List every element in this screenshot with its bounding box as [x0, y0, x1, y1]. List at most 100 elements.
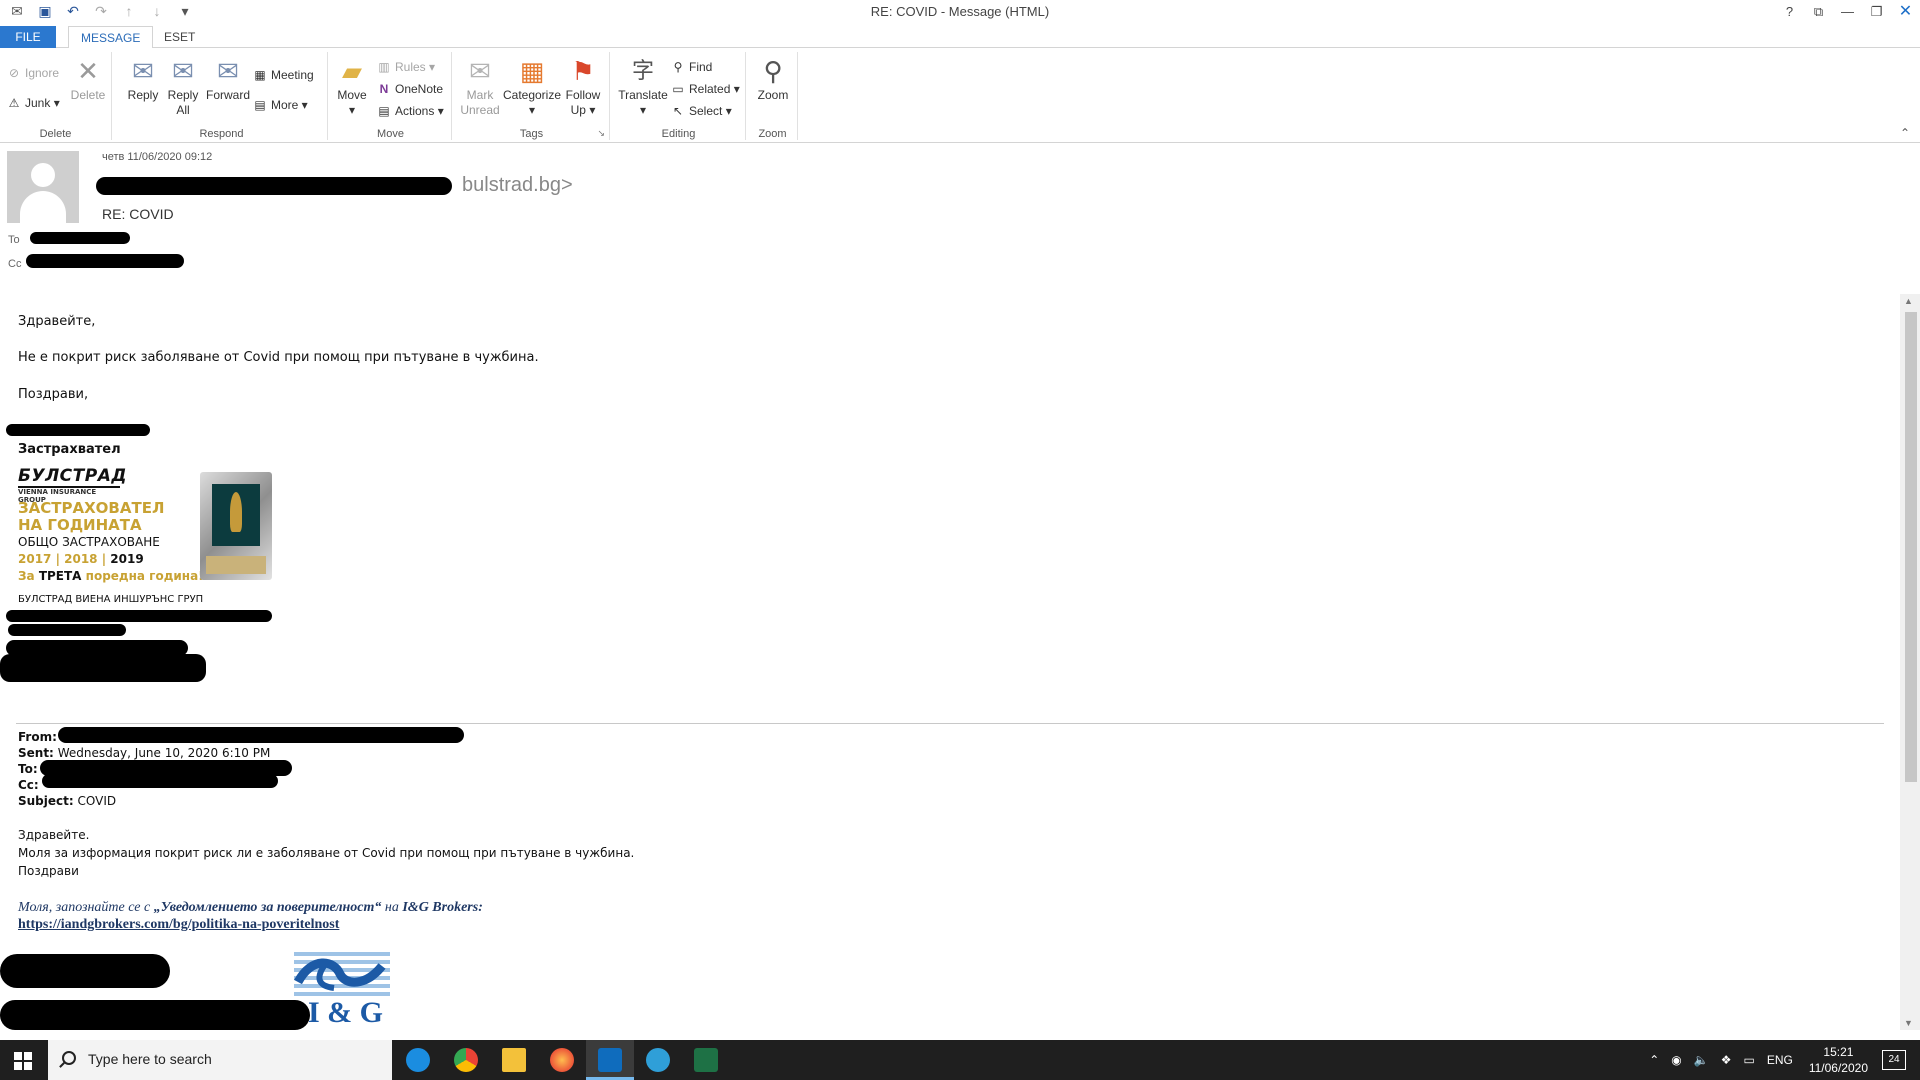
- minimize-button[interactable]: —: [1833, 0, 1862, 24]
- privacy-notice: Моля, запознайте се с „Уведомлението за …: [18, 900, 483, 915]
- redaction: [0, 1000, 310, 1030]
- close-button[interactable]: ✕: [1891, 0, 1920, 24]
- respond-group: ✉ Reply ✉ Reply All ✉ Forward ▦ Meeting ▤…: [116, 52, 328, 140]
- tab-file[interactable]: FILE: [0, 26, 56, 48]
- move-button[interactable]: ▰ Move ▾: [334, 56, 370, 118]
- privacy-link[interactable]: https://iandgbrokers.com/bg/politika-na-…: [18, 917, 339, 933]
- zoom-group: ⚲ Zoom Zoom: [748, 52, 798, 140]
- scroll-thumb[interactable]: [1905, 312, 1917, 782]
- award-third: За ТРЕТА поредна година!: [18, 569, 204, 583]
- chrome-app[interactable]: [442, 1040, 490, 1080]
- junk-button[interactable]: ⚠ Junk ▾: [6, 94, 60, 112]
- mark-unread-button[interactable]: ✉ Mark Unread: [460, 56, 500, 118]
- redaction: [0, 954, 170, 988]
- file-explorer-app[interactable]: [490, 1040, 538, 1080]
- collapse-ribbon-icon[interactable]: ⌃: [1900, 126, 1910, 140]
- chevron-up-icon[interactable]: ⌃: [1649, 1053, 1659, 1067]
- ribbon-tabs: FILE MESSAGE ESET: [0, 26, 1920, 49]
- start-button[interactable]: [0, 1040, 48, 1080]
- redaction: [6, 424, 150, 436]
- scroll-down-icon[interactable]: ▼: [1904, 1018, 1913, 1028]
- bulstrad-logo-name: БУЛСТРАД: [18, 466, 128, 486]
- clock[interactable]: 15:21 11/06/2020: [1809, 1044, 1868, 1076]
- tab-eset[interactable]: ESET: [152, 26, 207, 48]
- vertical-scrollbar[interactable]: ▲ ▼: [1900, 294, 1920, 1030]
- message-subject: RE: COVID: [102, 206, 174, 222]
- rules-button[interactable]: ▥ Rules ▾: [376, 58, 435, 76]
- actions-button[interactable]: ▤ Actions ▾: [376, 102, 443, 120]
- quoted-question: Моля за изформация покрит риск ли е забо…: [18, 846, 635, 860]
- editing-group-label: Editing: [661, 128, 696, 140]
- windows-logo-part: [24, 1052, 32, 1060]
- award-line-1: ЗАСТРАХОВАТЕЛ: [18, 499, 165, 517]
- reply-button[interactable]: ✉ Reply: [122, 56, 164, 103]
- award-line-3: ОБЩО ЗАСТРАХОВАНЕ: [18, 535, 160, 549]
- quoted-sent: Sent: Wednesday, June 10, 2020 6:10 PM: [18, 746, 271, 760]
- redaction: [42, 774, 278, 788]
- ignore-button[interactable]: ⊘ Ignore: [6, 64, 59, 82]
- translate-button[interactable]: 字 Translate ▾: [616, 56, 670, 118]
- eset-tray-icon[interactable]: ◉: [1671, 1053, 1681, 1067]
- network-icon[interactable]: ▭: [1743, 1053, 1754, 1067]
- internet-explorer-app[interactable]: [634, 1040, 682, 1080]
- avatar-body: [20, 191, 66, 223]
- search-placeholder: Type here to search: [88, 1051, 212, 1067]
- window-controls: ? ⧉ — ❐ ✕: [1775, 0, 1920, 24]
- quoted-cc: Cc:: [18, 778, 39, 792]
- reply-text: Не е покрит риск заболяване от Covid при…: [18, 350, 539, 365]
- volume-icon[interactable]: 🔈: [1694, 1053, 1709, 1067]
- trophy-flame: [230, 492, 242, 532]
- outlook-app[interactable]: [586, 1040, 634, 1080]
- zoom-group-label: Zoom: [758, 128, 787, 140]
- select-button[interactable]: ↖ Select ▾: [670, 102, 732, 120]
- redaction: [0, 654, 206, 682]
- magnifier-icon: ⚲: [763, 56, 783, 86]
- ie-icon: [646, 1048, 670, 1072]
- taskbar-search-box[interactable]: Type here to search: [48, 1040, 392, 1080]
- follow-up-button[interactable]: ⚑ Follow Up ▾: [562, 56, 604, 118]
- categorize-button[interactable]: ▦ Categorize ▾: [502, 56, 562, 118]
- outlook-icon: [598, 1048, 622, 1072]
- find-button[interactable]: ⚲ Find: [670, 58, 713, 76]
- sender-domain: bulstrad.bg>: [462, 174, 573, 196]
- tab-message[interactable]: MESSAGE: [68, 26, 154, 49]
- edge-app[interactable]: [394, 1040, 442, 1080]
- more-icon: ▤: [254, 98, 266, 112]
- onenote-icon: N: [379, 82, 389, 96]
- delete-button[interactable]: ✕ Delete: [70, 56, 106, 103]
- dialog-launcher-icon[interactable]: ↘: [597, 128, 605, 139]
- folder-icon: ▰: [342, 56, 362, 86]
- restore-button[interactable]: ❐: [1862, 0, 1891, 24]
- divider: [16, 723, 1884, 724]
- trophy-image: [200, 472, 272, 580]
- meeting-button[interactable]: ▦ Meeting: [252, 66, 313, 84]
- zoom-button[interactable]: ⚲ Zoom: [752, 56, 794, 103]
- junk-icon: ⚠: [8, 96, 20, 110]
- more-button[interactable]: ▤ More ▾: [252, 96, 307, 114]
- language-indicator[interactable]: ENG: [1767, 1053, 1793, 1067]
- respond-group-label: Respond: [199, 128, 244, 140]
- firefox-app[interactable]: [538, 1040, 586, 1080]
- redaction: [58, 727, 464, 743]
- notification-center-button[interactable]: 24: [1882, 1050, 1906, 1070]
- windows-logo-part: [24, 1062, 32, 1070]
- onenote-button[interactable]: N OneNote: [376, 80, 443, 98]
- award-years: 2017 | 2018 | 2019: [18, 552, 144, 566]
- delete-group-label: Delete: [39, 128, 72, 140]
- ig-brokers-logo: I & G: [294, 952, 390, 1034]
- help-button[interactable]: ?: [1775, 0, 1804, 24]
- scroll-up-icon[interactable]: ▲: [1904, 296, 1913, 306]
- ribbon-display-button[interactable]: ⧉: [1804, 0, 1833, 24]
- forward-button[interactable]: ✉ Forward: [204, 56, 252, 103]
- quoted-to: To:: [18, 762, 38, 776]
- dropbox-icon[interactable]: ❖: [1721, 1053, 1732, 1067]
- related-icon: ▭: [672, 82, 684, 96]
- translate-icon: 字: [631, 58, 654, 83]
- reply-all-button[interactable]: ✉ Reply All: [162, 56, 204, 118]
- excel-app[interactable]: [682, 1040, 730, 1080]
- windows-logo-part: [14, 1052, 22, 1060]
- reply-icon: ✉: [132, 56, 154, 86]
- related-button[interactable]: ▭ Related ▾: [670, 80, 739, 98]
- message-body[interactable]: Здравейте, Не е покрит риск заболяване о…: [0, 294, 1920, 1040]
- cc-label: Cc: [8, 258, 22, 270]
